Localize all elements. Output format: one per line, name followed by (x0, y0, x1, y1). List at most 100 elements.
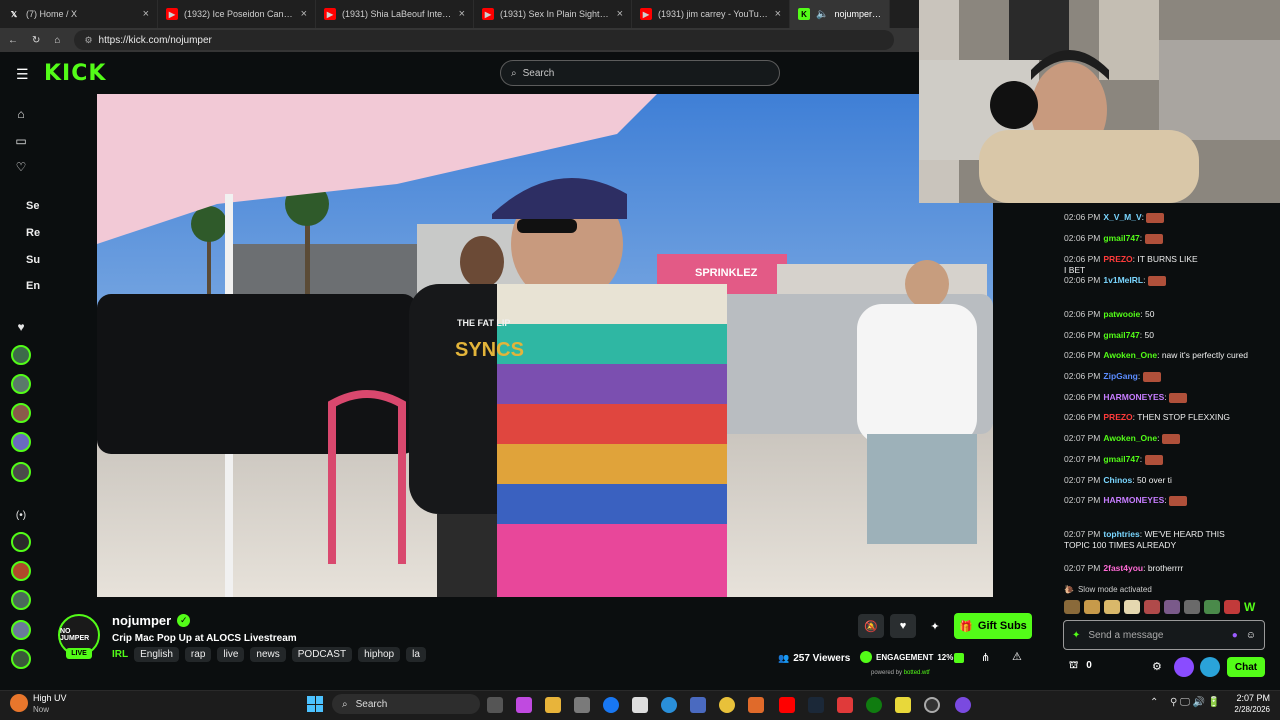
message-username[interactable]: PREZO (1103, 412, 1132, 422)
steam-icon[interactable] (808, 697, 824, 713)
sparkle-button[interactable]: ✦ (922, 614, 948, 638)
calculator-icon[interactable] (690, 697, 706, 713)
chat-send-button[interactable]: Chat (1227, 657, 1265, 677)
youtube-icon[interactable] (779, 697, 795, 713)
site-info-icon[interactable]: ⚙ (84, 35, 92, 46)
close-icon[interactable]: × (775, 8, 781, 20)
emote-icon[interactable] (1164, 600, 1180, 614)
reload-icon[interactable]: ↻ (32, 35, 40, 46)
gift-subs-button[interactable]: 🎁 Gift Subs (954, 613, 1032, 639)
recommended-channel-avatar[interactable] (11, 620, 31, 640)
sidebar-label[interactable]: Se (26, 200, 39, 212)
windows-start-icon[interactable] (307, 696, 323, 712)
following-heart-icon[interactable]: ♡ (12, 158, 30, 176)
browser-tab[interactable]: ▶ (1931) jim carrey - YouTube × (632, 0, 790, 28)
emoji-icon[interactable]: ☺ (1246, 630, 1256, 641)
message-username[interactable]: 2fast4you (1103, 563, 1143, 573)
message-username[interactable]: gmail747 (1103, 233, 1139, 243)
weather-icon[interactable] (10, 694, 28, 712)
url-field[interactable]: ⚙ https://kick.com/nojumper (74, 30, 895, 50)
tag[interactable]: PODCAST (291, 647, 353, 662)
sub-badge-icon[interactable] (1174, 657, 1194, 677)
emote-icon[interactable] (1104, 600, 1120, 614)
browser-tab-active[interactable]: K 🔈 nojumper Stream (790, 0, 890, 28)
tray-chevron-icon[interactable]: ⌃ (1150, 697, 1158, 708)
taskbar-search[interactable]: ⌕ Search (332, 694, 480, 714)
notifications-off-button[interactable]: 🔕 (858, 614, 884, 638)
app-icon[interactable] (837, 697, 853, 713)
recommended-channel-avatar[interactable] (11, 649, 31, 669)
home-icon[interactable]: ⌂ (54, 35, 60, 46)
share-icon[interactable]: ⋔ (981, 651, 990, 664)
obs-icon[interactable] (924, 697, 940, 713)
browser-tab[interactable]: ▶ (1932) Ice Poseidon Cancels Ama × (158, 0, 316, 28)
sidebar-label[interactable]: En (26, 280, 40, 292)
tag[interactable]: live (217, 647, 245, 662)
close-icon[interactable]: × (301, 8, 307, 20)
stats-icon[interactable] (954, 653, 964, 663)
close-icon[interactable]: × (459, 8, 465, 20)
tray-icons[interactable]: ⚲ 🖵 🔊 🔋 (1170, 697, 1220, 708)
close-icon[interactable]: × (617, 8, 623, 20)
xbox-icon[interactable] (866, 697, 882, 713)
browser-tab[interactable]: ▶ (1931) Sex In Plain Sight: The Figh × (474, 0, 632, 28)
app-icon-purple[interactable] (955, 697, 971, 713)
browser-tab[interactable]: ▶ (1931) Shia LaBeouf Interview - Yo × (316, 0, 474, 28)
w-emote-icon[interactable]: W (1244, 600, 1260, 614)
tag[interactable]: news (250, 647, 286, 662)
close-icon[interactable]: × (143, 8, 149, 20)
speaker-icon[interactable]: 🔈 (816, 9, 828, 20)
message-username[interactable]: gmail747 (1103, 454, 1139, 464)
channel-name[interactable]: nojumper (112, 613, 171, 628)
menu-icon[interactable]: ☰ (16, 66, 29, 83)
browse-icon[interactable]: ▭ (12, 132, 30, 150)
report-icon[interactable]: ⚠ (1012, 650, 1022, 663)
message-username[interactable]: HARMONEYES (1103, 495, 1164, 505)
message-username[interactable]: 1v1MeIRL (1103, 275, 1143, 285)
message-username[interactable]: ZipGang (1103, 371, 1137, 381)
emote-icon[interactable] (1064, 600, 1080, 614)
tag[interactable]: hiphop (358, 647, 401, 662)
followed-channel-avatar[interactable] (11, 374, 31, 394)
facebook-icon[interactable] (603, 697, 619, 713)
sparkle-icon[interactable]: ✦ (1072, 630, 1080, 641)
emote-icon[interactable] (1144, 600, 1160, 614)
emote-icon[interactable] (1184, 600, 1200, 614)
message-username[interactable]: Chinos (1103, 475, 1132, 485)
file-explorer-icon[interactable] (545, 697, 561, 713)
browser-tab[interactable]: 𝕏 (7) Home / X × (0, 0, 158, 28)
vlc-icon[interactable] (748, 697, 764, 713)
kick-logo[interactable]: KICK (44, 61, 106, 86)
search-input[interactable]: ⌕ Search (500, 60, 780, 86)
follow-button[interactable]: ♥ (890, 614, 916, 638)
emote-icon[interactable] (1084, 600, 1100, 614)
tag[interactable]: la (406, 647, 426, 662)
emote-icon[interactable] (1204, 600, 1220, 614)
tag[interactable]: English (134, 647, 179, 662)
recommended-channel-avatar[interactable] (11, 532, 31, 552)
gif-icon[interactable] (1200, 657, 1220, 677)
channel-points[interactable]: ⛫ 0 (1069, 660, 1092, 673)
emote-icon[interactable] (1224, 600, 1240, 614)
followed-channel-avatar[interactable] (11, 462, 31, 482)
sidebar-label[interactable]: Su (26, 254, 40, 266)
store-icon[interactable] (574, 697, 590, 713)
back-icon[interactable]: ← (8, 35, 18, 46)
message-username[interactable]: patwooie (1103, 309, 1140, 319)
home-icon[interactable]: ⌂ (12, 105, 30, 123)
followed-channel-avatar[interactable] (11, 432, 31, 452)
sticky-notes-icon[interactable] (895, 697, 911, 713)
chat-message-input[interactable]: ✦ Send a message ● ☺ (1063, 620, 1265, 650)
message-username[interactable]: PREZO (1103, 254, 1132, 264)
task-view-icon[interactable] (487, 697, 503, 713)
followed-channel-avatar[interactable] (11, 403, 31, 423)
video-player[interactable]: SYNCS THE FAT LIP SPRINKLEZ (97, 94, 993, 597)
sidebar-label[interactable]: Re (26, 227, 40, 239)
bits-icon[interactable]: ● (1232, 630, 1238, 641)
powered-site[interactable]: botted.wtf (904, 670, 930, 676)
tag[interactable]: rap (184, 647, 212, 662)
followed-channel-avatar[interactable] (11, 345, 31, 365)
recommended-channel-avatar[interactable] (11, 561, 31, 581)
amazon-icon[interactable] (632, 697, 648, 713)
message-username[interactable]: tophtries (1103, 529, 1139, 539)
